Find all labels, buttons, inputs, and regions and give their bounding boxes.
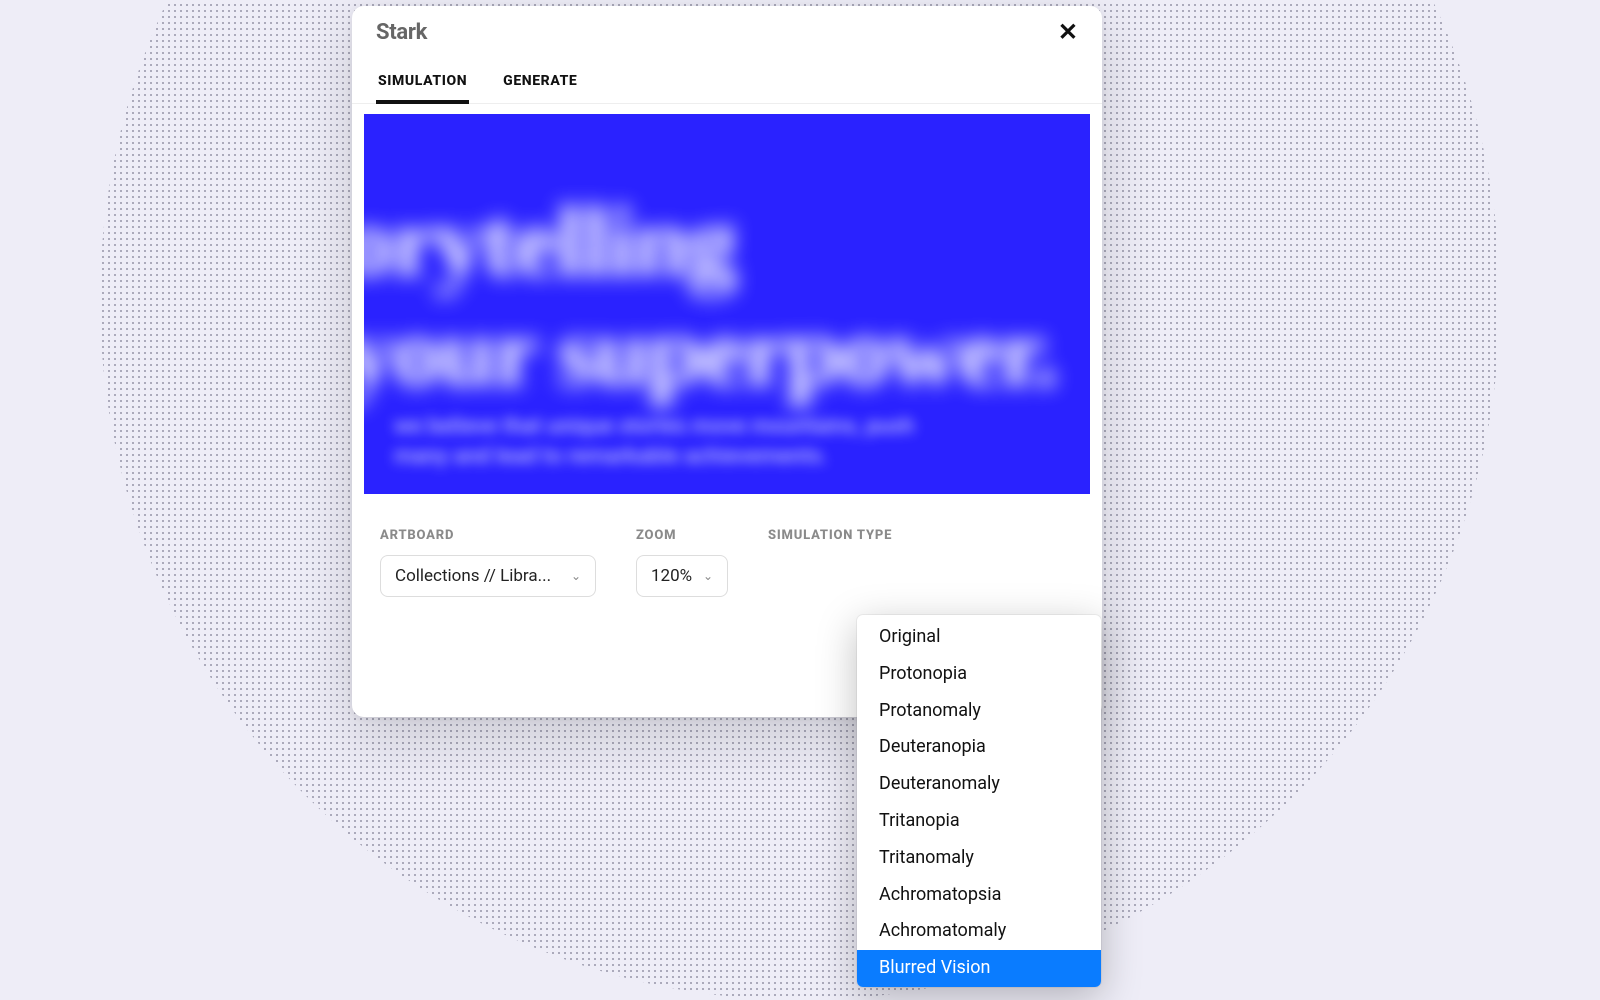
dropdown-item-blurred-vision[interactable]: Blurred Vision <box>857 950 1101 987</box>
artboard-select-value: Collections // Libra... <box>395 566 551 586</box>
simulation-type-label: SIMULATION TYPE <box>768 528 892 543</box>
stark-panel: Stark ✕ SIMULATION GENERATE orytelling y… <box>352 6 1102 717</box>
chevron-down-icon: ⌄ <box>571 569 581 583</box>
preview-container: orytelling your superpower. we believe t… <box>352 104 1102 494</box>
zoom-control: ZOOM 120% ⌄ <box>636 528 728 597</box>
zoom-label: ZOOM <box>636 528 728 543</box>
dropdown-item-achromatomaly[interactable]: Achromatomaly <box>857 913 1101 950</box>
close-icon: ✕ <box>1058 19 1078 46</box>
zoom-select-value: 120% <box>651 566 692 586</box>
preview-headline-2: your superpower. <box>364 294 1057 409</box>
dropdown-item-deuteranomaly[interactable]: Deuteranomaly <box>857 766 1101 803</box>
zoom-select[interactable]: 120% ⌄ <box>636 555 728 597</box>
dropdown-item-protanomaly[interactable]: Protanomaly <box>857 693 1101 730</box>
controls-row: ARTBOARD Collections // Libra... ⌄ ZOOM … <box>352 494 1102 597</box>
dropdown-item-tritanomaly[interactable]: Tritanomaly <box>857 840 1101 877</box>
tab-generate[interactable]: GENERATE <box>501 61 579 103</box>
preview-headline-1: orytelling <box>364 184 735 299</box>
dropdown-item-original[interactable]: Original <box>857 619 1101 656</box>
panel-header: Stark ✕ <box>352 6 1102 55</box>
tabs: SIMULATION GENERATE <box>352 55 1102 104</box>
simulation-type-dropdown[interactable]: OriginalProtonopiaProtanomalyDeuteranopi… <box>857 615 1101 987</box>
dropdown-item-tritanopia[interactable]: Tritanopia <box>857 803 1101 840</box>
preview-subline-1: we believe that unique stories move moun… <box>394 414 914 439</box>
close-button[interactable]: ✕ <box>1058 21 1078 45</box>
artboard-control: ARTBOARD Collections // Libra... ⌄ <box>380 528 596 597</box>
preview-subline-2: many and lead to remarkable achievements… <box>394 444 828 469</box>
chevron-down-icon: ⌄ <box>703 569 713 583</box>
dropdown-item-achromatopsia[interactable]: Achromatopsia <box>857 877 1101 914</box>
panel-title: Stark <box>376 20 427 45</box>
artboard-label: ARTBOARD <box>380 528 596 543</box>
simulation-type-control: SIMULATION TYPE <box>768 528 892 597</box>
dropdown-item-protonopia[interactable]: Protonopia <box>857 656 1101 693</box>
simulation-preview: orytelling your superpower. we believe t… <box>364 114 1090 494</box>
dropdown-item-deuteranopia[interactable]: Deuteranopia <box>857 729 1101 766</box>
tab-simulation[interactable]: SIMULATION <box>376 61 469 103</box>
artboard-select[interactable]: Collections // Libra... ⌄ <box>380 555 596 597</box>
